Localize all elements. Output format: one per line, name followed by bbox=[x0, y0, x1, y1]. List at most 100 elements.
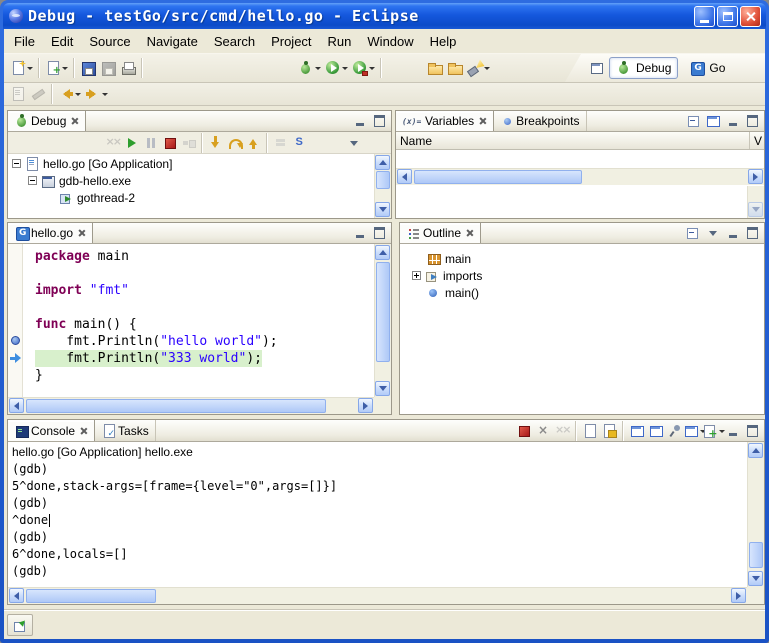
tree-expander-icon[interactable] bbox=[28, 176, 37, 185]
editor-horizontal-scrollbar[interactable] bbox=[8, 397, 374, 414]
clear-console-button[interactable] bbox=[581, 422, 599, 440]
debug-tree-item[interactable]: gdb-hello.exe bbox=[8, 172, 374, 189]
scroll-left-button[interactable] bbox=[397, 169, 412, 184]
scrollbar-thumb[interactable] bbox=[376, 171, 390, 189]
menu-help[interactable]: Help bbox=[422, 31, 465, 52]
fast-view-button[interactable] bbox=[7, 614, 33, 636]
maximize-view-button[interactable] bbox=[743, 225, 762, 242]
tree-expander-icon[interactable] bbox=[12, 159, 21, 168]
perspective-go-button[interactable]: Go bbox=[682, 57, 732, 79]
debug-tree-item[interactable]: hello.go [Go Application] bbox=[8, 155, 374, 172]
search-dropdown-button[interactable] bbox=[465, 56, 492, 80]
maximize-button[interactable] bbox=[717, 6, 738, 27]
menu-source[interactable]: Source bbox=[81, 31, 138, 52]
remove-terminated-button[interactable] bbox=[103, 134, 122, 152]
debug-view-menu-button[interactable] bbox=[344, 134, 363, 151]
scroll-down-button[interactable] bbox=[748, 202, 763, 217]
save-button[interactable] bbox=[78, 56, 98, 80]
tab-breakpoints[interactable]: Breakpoints bbox=[494, 111, 586, 131]
open-folder-button[interactable] bbox=[425, 56, 445, 80]
editor-vertical-scrollbar[interactable] bbox=[374, 244, 391, 397]
menu-edit[interactable]: Edit bbox=[43, 31, 81, 52]
pin-console-button[interactable] bbox=[666, 422, 684, 440]
minimize-view-button[interactable] bbox=[723, 113, 742, 130]
close-tab-icon[interactable] bbox=[80, 427, 88, 435]
title-bar[interactable]: Debug - testGo/src/cmd/hello.go - Eclips… bbox=[3, 3, 766, 29]
external-tools-dropdown-icon[interactable] bbox=[368, 60, 375, 76]
maximize-view-button[interactable] bbox=[370, 225, 389, 242]
editor-code[interactable]: package main import "fmt" func main() { … bbox=[23, 244, 374, 397]
drop-to-frame-button[interactable] bbox=[271, 134, 290, 152]
editor-annotation-ruler[interactable] bbox=[8, 244, 23, 397]
maximize-view-button[interactable] bbox=[743, 422, 762, 439]
step-into-button[interactable] bbox=[206, 134, 225, 152]
new-wizard-button[interactable] bbox=[8, 56, 35, 80]
console-text-area[interactable]: hello.go [Go Application] hello.exe (gdb… bbox=[8, 442, 747, 587]
run-dropdown-button[interactable] bbox=[323, 56, 350, 80]
scroll-up-button[interactable] bbox=[748, 443, 763, 458]
scroll-down-button[interactable] bbox=[375, 202, 390, 217]
new-file-dropdown-icon[interactable] bbox=[61, 60, 68, 76]
outline-item[interactable]: imports bbox=[408, 267, 764, 284]
new-wizard-dropdown-icon[interactable] bbox=[26, 60, 33, 76]
step-filters-button[interactable] bbox=[290, 134, 309, 152]
scroll-left-button[interactable] bbox=[9, 398, 24, 413]
resume-button[interactable] bbox=[122, 134, 141, 152]
forward-button[interactable] bbox=[83, 82, 110, 106]
open-perspective-icon[interactable] bbox=[589, 60, 605, 76]
forward-dropdown-icon[interactable] bbox=[101, 86, 108, 102]
minimize-view-button[interactable] bbox=[723, 422, 742, 439]
menu-run[interactable]: Run bbox=[320, 31, 360, 52]
tab-outline[interactable]: Outline bbox=[400, 223, 481, 243]
perspective-debug-button[interactable]: Debug bbox=[609, 57, 678, 79]
maximize-view-button[interactable] bbox=[370, 113, 389, 130]
minimize-view-button[interactable] bbox=[723, 225, 742, 242]
scroll-up-button[interactable] bbox=[375, 245, 390, 260]
debug-tree-item[interactable]: gothread-2 bbox=[8, 189, 374, 206]
tree-expander-icon[interactable] bbox=[412, 271, 421, 280]
show-stderr-button[interactable] bbox=[647, 422, 665, 440]
step-return-button[interactable] bbox=[244, 134, 263, 152]
console-horizontal-scrollbar[interactable] bbox=[8, 587, 747, 604]
outline-item[interactable]: main bbox=[408, 250, 764, 267]
variables-horizontal-scrollbar[interactable] bbox=[396, 168, 764, 185]
display-console-dropdown-button[interactable] bbox=[685, 422, 703, 440]
menu-file[interactable]: File bbox=[6, 31, 43, 52]
scrollbar-thumb[interactable] bbox=[26, 399, 326, 413]
scroll-right-button[interactable] bbox=[358, 398, 373, 413]
outline-tree[interactable]: mainimportsmain() bbox=[400, 244, 764, 414]
terminate-button[interactable] bbox=[515, 422, 533, 440]
minimize-view-button[interactable] bbox=[350, 225, 369, 242]
show-stdout-button[interactable] bbox=[628, 422, 646, 440]
print-button[interactable] bbox=[118, 56, 138, 80]
remove-launch-button[interactable] bbox=[534, 422, 552, 440]
tab-debug[interactable]: Debug bbox=[8, 111, 86, 131]
tab-console[interactable]: Console bbox=[8, 420, 95, 441]
scroll-right-button[interactable] bbox=[731, 588, 746, 603]
menu-search[interactable]: Search bbox=[206, 31, 263, 52]
menu-project[interactable]: Project bbox=[263, 31, 319, 52]
maximize-view-button[interactable] bbox=[743, 113, 762, 130]
back-button[interactable] bbox=[56, 82, 83, 106]
scrollbar-thumb[interactable] bbox=[414, 170, 582, 184]
scroll-up-button[interactable] bbox=[375, 155, 390, 170]
open-resource-button[interactable] bbox=[445, 56, 465, 80]
close-tab-icon[interactable] bbox=[71, 117, 79, 125]
scroll-down-button[interactable] bbox=[748, 571, 763, 586]
collapse-all-button[interactable] bbox=[704, 112, 722, 130]
close-button[interactable] bbox=[740, 6, 761, 27]
back-dropdown-icon[interactable] bbox=[74, 86, 81, 102]
close-tab-icon[interactable] bbox=[78, 229, 86, 237]
scrollbar-thumb[interactable] bbox=[26, 589, 156, 603]
external-tools-dropdown-button[interactable] bbox=[350, 56, 377, 80]
open-console-dropdown-icon[interactable] bbox=[718, 423, 725, 439]
suspend-button[interactable] bbox=[141, 134, 160, 152]
save-all-button[interactable] bbox=[98, 56, 118, 80]
tab-hello-go[interactable]: hello.go bbox=[8, 223, 93, 243]
disconnect-button[interactable] bbox=[179, 134, 198, 152]
scroll-left-button[interactable] bbox=[9, 588, 24, 603]
debug-dropdown-icon[interactable] bbox=[314, 60, 321, 76]
tab-variables[interactable]: Variables bbox=[396, 111, 494, 131]
menu-window[interactable]: Window bbox=[359, 31, 421, 52]
scroll-lock-button[interactable] bbox=[600, 422, 618, 440]
